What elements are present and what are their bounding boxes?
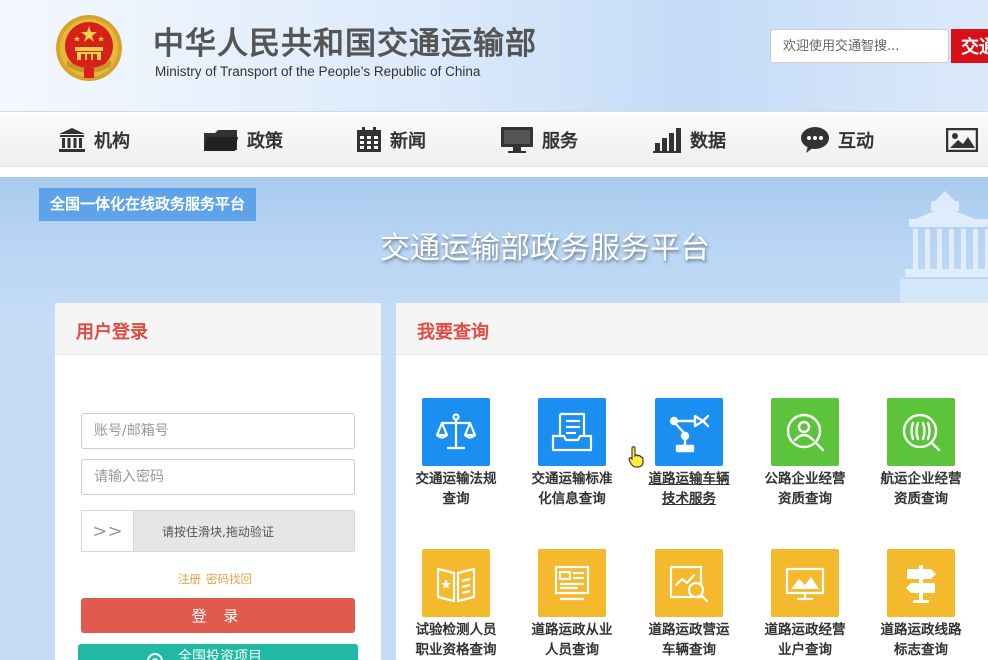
speech-bubble-icon [801, 127, 829, 153]
nav-item-interaction[interactable]: 互动 [800, 113, 874, 167]
tile-icon-bg [655, 398, 723, 466]
robot-arm-icon [669, 414, 710, 453]
nav-item-news[interactable]: 新闻 [356, 113, 426, 167]
folder-icon [204, 130, 238, 151]
institution-icon [59, 128, 85, 152]
investment-project-button[interactable]: 全国投资项目 [78, 644, 358, 660]
wave-search-icon [902, 413, 941, 452]
nav-item-service[interactable]: 服务 [500, 113, 578, 167]
tile-label: 道路运政线路 标志查询 [880, 622, 962, 658]
search-input[interactable] [770, 29, 949, 63]
nav-item-policy[interactable]: 政策 [203, 113, 283, 167]
nav-label: 互动 [838, 131, 874, 152]
account-links: 注册 密码找回 [178, 571, 257, 587]
tile-icon-bg [422, 398, 490, 466]
tile-icon-bg [887, 398, 955, 466]
signpost-icon [906, 565, 936, 603]
nav-label: 数据 [690, 131, 726, 152]
banner: 全国一体化在线政务服务平台 交通运输部政务服务平台 [0, 177, 988, 317]
calendar-icon [357, 127, 381, 152]
tile-label: 道路运政营运 车辆查询 [648, 622, 730, 658]
login-panel-header: 用户登录 [55, 303, 381, 355]
query-panel-header: 我要查询 [396, 303, 988, 355]
radio-circle-icon [147, 653, 163, 660]
scales-icon [435, 413, 477, 450]
tile-icon-bg [771, 549, 839, 617]
tile-label: 交通运输法规 查询 [415, 471, 497, 507]
image-icon [946, 128, 978, 152]
tile-label: 道路运输车辆 技术服务 [648, 471, 730, 507]
tile-testing-personnel[interactable]: 试验检测人员 职业资格查询 [406, 549, 506, 660]
double-chevron-right-icon: >> [92, 520, 123, 542]
tile-icon-bg [655, 549, 723, 617]
person-search-icon [786, 413, 825, 452]
nav-item-gallery[interactable] [946, 113, 986, 167]
slider-hint: 请按住滑块,拖动验证 [162, 525, 274, 539]
tile-icon-bg [422, 549, 490, 617]
tile-icon-bg [771, 398, 839, 466]
tile-icon-bg [538, 549, 606, 617]
tile-label: 道路运政从业 人员查询 [531, 622, 613, 658]
tile-label: 试验检测人员 职业资格查询 [415, 622, 497, 658]
tile-icon-bg [887, 549, 955, 617]
star-book-icon [436, 567, 476, 603]
hand-cursor-icon [628, 446, 644, 468]
query-title: 我要查询 [417, 322, 489, 343]
login-title: 用户登录 [76, 322, 148, 343]
building-illustration [900, 191, 988, 317]
site-header: 中华人民共和国交通运输部 Ministry of Transport of th… [0, 0, 988, 112]
tile-operating-vehicle[interactable]: 道路运政营运 车辆查询 [639, 549, 739, 660]
nav-label: 政策 [247, 131, 283, 152]
investment-project-label: 全国投资项目 [178, 649, 262, 660]
nav-item-data[interactable]: 数据 [652, 113, 726, 167]
tile-label: 交通运输标准 化信息查询 [531, 471, 613, 507]
account-field[interactable] [81, 413, 355, 449]
tile-highway-enterprise[interactable]: 公路企业经营 资质查询 [755, 398, 855, 509]
slider-captcha[interactable]: >> 请按住滑块,拖动验证 [81, 510, 355, 552]
tile-icon-bg [538, 398, 606, 466]
register-link[interactable]: 注册 [178, 572, 201, 586]
nav-label: 新闻 [390, 131, 426, 152]
nav-label: 机构 [94, 131, 130, 152]
tile-label: 航运企业经营 资质查询 [880, 471, 962, 507]
document-tray-icon [551, 412, 593, 452]
search-button[interactable]: 交通 [951, 29, 988, 63]
bar-chart-icon [653, 128, 681, 153]
nav-label: 服务 [542, 131, 578, 152]
tile-business-household[interactable]: 道路运政经营 业户查询 [755, 549, 855, 660]
tile-shipping-enterprise[interactable]: 航运企业经营 资质查询 [871, 398, 971, 509]
tile-transport-standards[interactable]: 交通运输标准 化信息查询 [522, 398, 622, 509]
monitor-icon [501, 127, 533, 153]
tile-vehicle-technical-service[interactable]: 道路运输车辆 技术服务 [639, 398, 739, 509]
platform-tag[interactable]: 全国一体化在线政务服务平台 [39, 188, 257, 221]
landscape-frame-icon [785, 567, 825, 601]
tile-label: 公路企业经营 资质查询 [764, 471, 846, 507]
tile-route-sign[interactable]: 道路运政线路 标志查询 [871, 549, 971, 660]
site-subtitle[interactable]: Ministry of Transport of the People’s Re… [155, 64, 480, 79]
password-field[interactable] [81, 459, 355, 495]
id-card-icon [554, 565, 590, 601]
forgot-password-link[interactable]: 密码找回 [206, 572, 252, 586]
site-title[interactable]: 中华人民共和国交通运输部 [153, 18, 537, 63]
national-emblem-icon[interactable] [55, 14, 123, 82]
vehicle-search-icon [669, 565, 709, 603]
main-nav: 机构 政策 新闻 服务 数据 互动 [0, 113, 988, 167]
login-button[interactable]: 登 录 [81, 598, 355, 633]
banner-title: 交通运输部政务服务平台 [380, 231, 710, 266]
slider-handle[interactable]: >> [82, 511, 134, 551]
nav-item-institution[interactable]: 机构 [58, 113, 130, 167]
tile-transport-regulations[interactable]: 交通运输法规 查询 [406, 398, 506, 509]
tile-label: 道路运政经营 业户查询 [764, 622, 846, 658]
tile-road-practitioner[interactable]: 道路运政从业 人员查询 [522, 549, 622, 660]
